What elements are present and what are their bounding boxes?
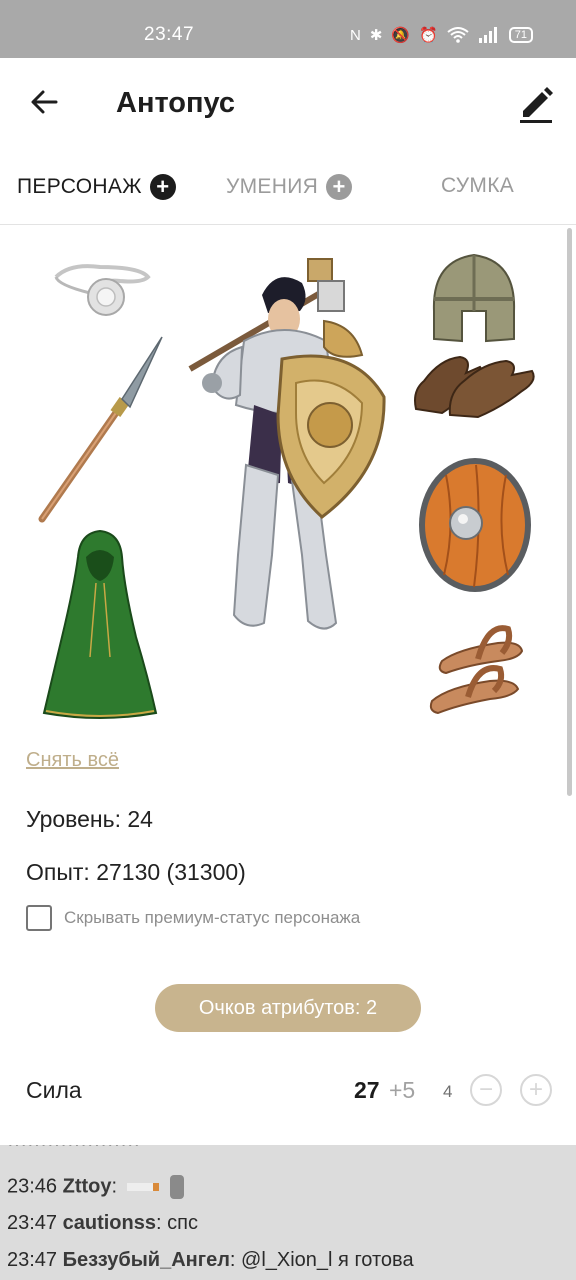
signal-icon xyxy=(478,27,497,43)
chat-user[interactable]: Zttoy xyxy=(63,1175,112,1197)
back-arrow-icon[interactable] xyxy=(28,86,60,118)
round-shield-icon[interactable] xyxy=(416,455,534,595)
chat-message-partial: ···················· xyxy=(7,1145,140,1156)
scrollbar[interactable] xyxy=(567,228,572,796)
increase-strength-button[interactable]: + xyxy=(520,1074,552,1106)
decrease-strength-button[interactable]: − xyxy=(470,1074,502,1106)
tab-character[interactable]: ПЕРСОНАЖ + xyxy=(17,174,176,200)
chat-user[interactable]: cautionss xyxy=(63,1212,156,1234)
status-time: 23:47 xyxy=(144,24,195,45)
hide-premium-checkbox[interactable] xyxy=(26,905,52,931)
alarm-icon: ⏰ xyxy=(419,27,438,44)
strength-cost: 4 xyxy=(443,1082,453,1101)
strength-value: 27 xyxy=(354,1077,380,1103)
battery-icon: 71 xyxy=(508,27,534,43)
tab-skills-label: УМЕНИЯ xyxy=(226,175,319,198)
sandals-icon[interactable] xyxy=(428,619,528,719)
character-panel: Снять всё Уровень: 24 Опыт: 27130 (31300… xyxy=(0,225,576,1145)
spear-icon[interactable] xyxy=(34,333,168,525)
tab-bar: ПЕРСОНАЖ + УМЕНИЯ + СУМКА xyxy=(0,150,576,225)
edit-pencil-icon[interactable] xyxy=(518,82,554,124)
add-icon: + xyxy=(149,174,176,200)
chat-text: спс xyxy=(167,1212,198,1234)
strength-bonus: +5 xyxy=(389,1077,416,1103)
amulet-icon[interactable] xyxy=(50,259,152,325)
chat-user[interactable]: Беззубый_Ангел xyxy=(63,1249,230,1271)
level-text: Уровень: 24 xyxy=(26,806,153,832)
helmet-icon[interactable] xyxy=(428,251,520,345)
hide-premium-toggle[interactable]: Скрывать премиум-статус персонажа xyxy=(26,905,360,931)
cloak-icon[interactable] xyxy=(40,527,160,721)
tab-character-label: ПЕРСОНАЖ xyxy=(17,175,142,198)
chat-time: 23:46 xyxy=(7,1175,58,1198)
chat-text: @l_Xion_l я готова xyxy=(241,1249,414,1271)
tab-bag-label: СУМКА xyxy=(441,174,515,197)
remove-all-link[interactable]: Снять всё xyxy=(26,749,119,772)
chat-time: 23:47 xyxy=(7,1212,58,1234)
page-title: Антопус xyxy=(116,87,236,119)
cigarette-icon xyxy=(126,1183,159,1191)
strength-label: Сила xyxy=(26,1077,82,1103)
status-icons: N ✱ 🔕 ⏰ 71 xyxy=(350,26,534,44)
status-bar: 23:47 N ✱ 🔕 ⏰ 71 xyxy=(0,0,576,58)
add-icon: + xyxy=(326,174,353,200)
attribute-points-button[interactable]: Очков атрибутов: 2 xyxy=(155,984,421,1032)
gloves-icon[interactable] xyxy=(410,351,538,421)
nfc-icon: N xyxy=(350,26,361,44)
armored-knight-figure xyxy=(188,258,386,630)
tab-skills[interactable]: УМЕНИЯ + xyxy=(226,174,353,200)
mute-bell-icon: 🔕 xyxy=(391,27,411,44)
chat-message: 23:47 Беззубый_Ангел: @l_Xion_l я готова xyxy=(7,1249,414,1271)
app-bar: Антопус xyxy=(0,58,576,150)
chat-message: 23:47 cautionss: спс xyxy=(7,1212,198,1234)
bluetooth-icon: ✱ xyxy=(369,27,383,44)
hide-premium-label: Скрывать премиум-статус персонажа xyxy=(64,908,361,927)
wifi-icon xyxy=(447,27,469,43)
tab-bag[interactable]: СУМКА xyxy=(441,174,514,198)
chat-time: 23:47 xyxy=(7,1249,58,1271)
chat-feed: ···················· 23:46 Zttoy: 23:47 … xyxy=(0,1145,576,1280)
chat-message: 23:46 Zttoy: xyxy=(7,1175,185,1199)
moai-icon xyxy=(170,1175,185,1199)
experience-text: Опыт: 27130 (31300) xyxy=(26,859,246,885)
